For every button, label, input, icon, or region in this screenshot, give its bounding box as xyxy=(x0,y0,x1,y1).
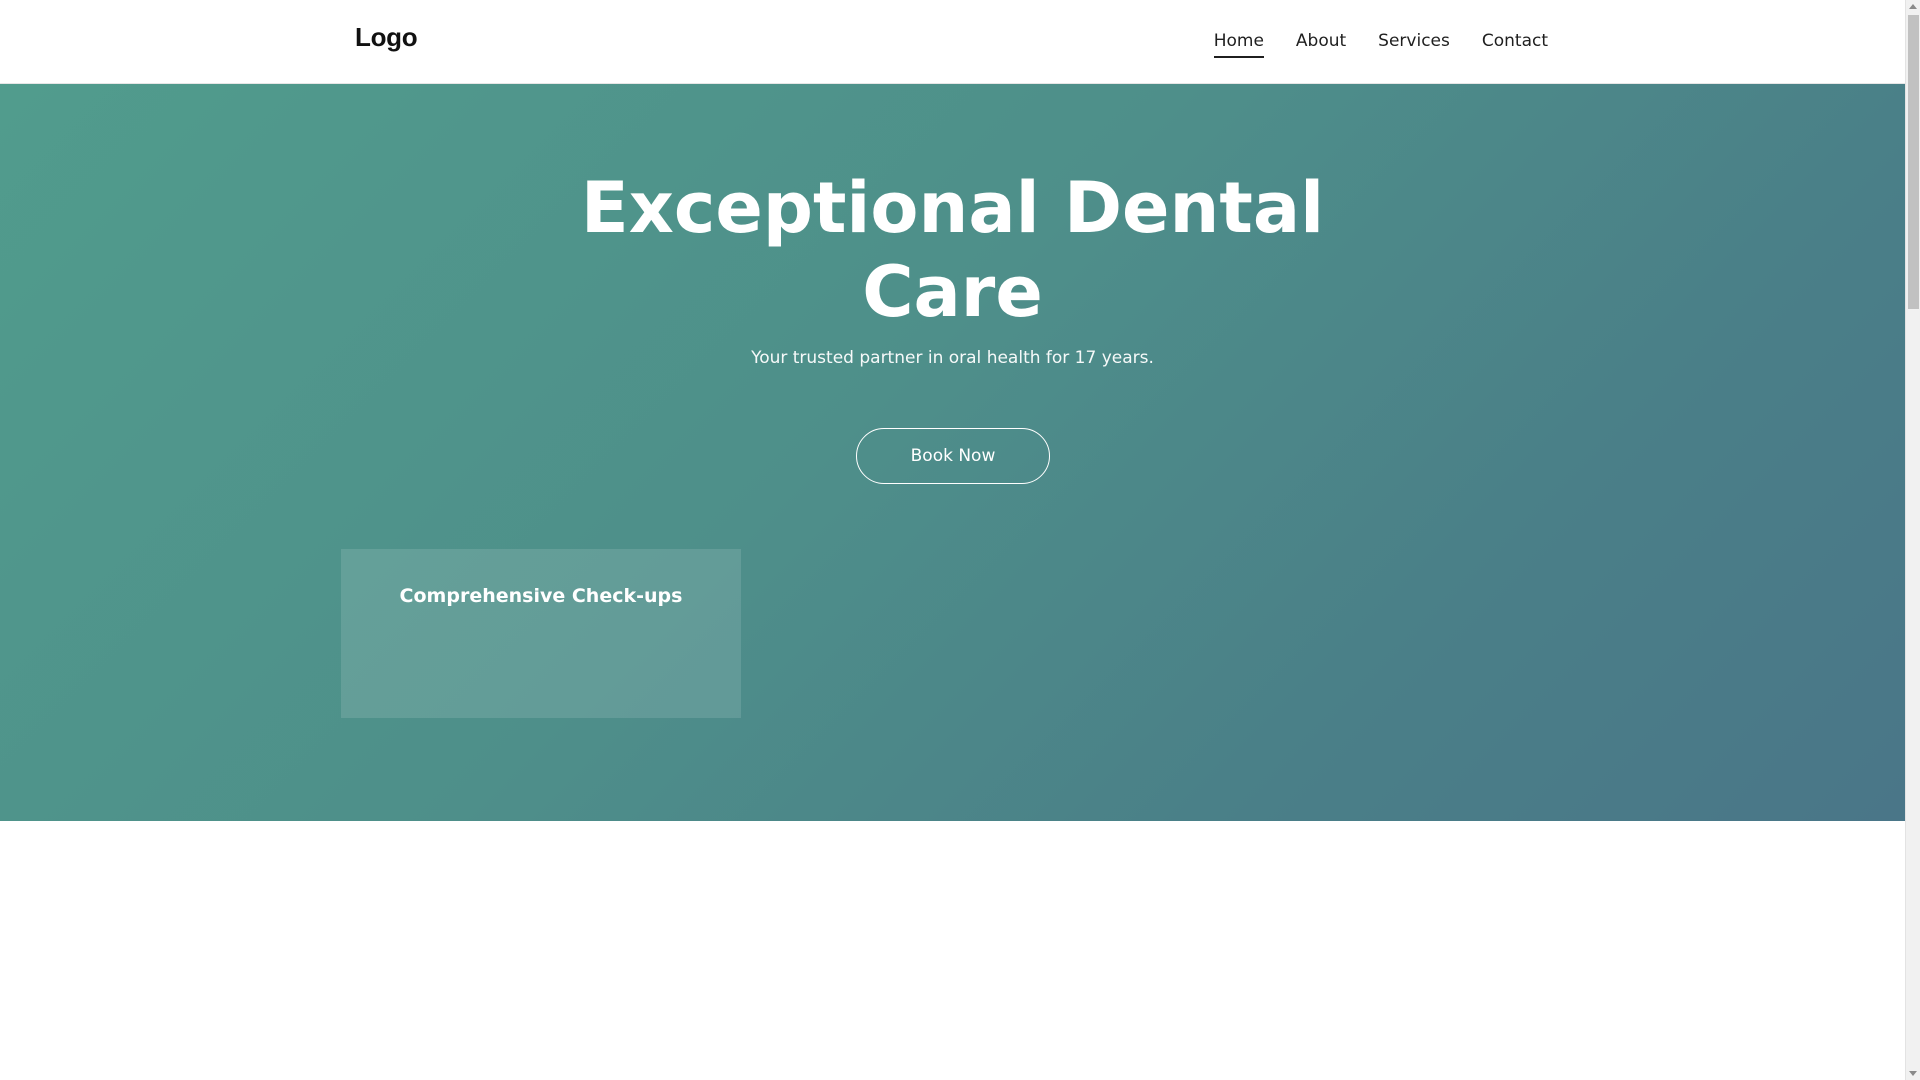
hero-title: Exceptional Dental Care xyxy=(0,166,1905,334)
scroll-thumb[interactable] xyxy=(1908,15,1919,309)
nav-contact[interactable]: Contact xyxy=(1482,30,1548,58)
nav-home[interactable]: Home xyxy=(1213,30,1264,58)
hero-title-line-1: Exceptional Dental xyxy=(580,167,1325,249)
logo[interactable]: Logo xyxy=(355,22,418,53)
site-header: Logo Home About Services Contact xyxy=(0,0,1905,84)
service-card-title: Comprehensive Check-ups xyxy=(399,585,683,607)
book-now-button[interactable]: Book Now xyxy=(856,428,1050,484)
hero-title-line-2: Care xyxy=(862,251,1043,333)
scroll-down-icon[interactable] xyxy=(1909,1071,1917,1076)
hero-section: Exceptional Dental Care Your trusted par… xyxy=(0,84,1905,821)
main-nav: Home About Services Contact xyxy=(1213,30,1548,58)
page: Logo Home About Services Contact Excepti… xyxy=(0,0,1905,1080)
nav-about[interactable]: About xyxy=(1296,30,1346,58)
scroll-up-icon[interactable] xyxy=(1909,4,1917,9)
nav-services[interactable]: Services xyxy=(1378,30,1450,58)
vertical-scrollbar[interactable] xyxy=(1905,0,1920,1080)
hero-subtitle: Your trusted partner in oral health for … xyxy=(751,348,1154,368)
service-card[interactable]: Comprehensive Check-ups xyxy=(341,549,741,718)
